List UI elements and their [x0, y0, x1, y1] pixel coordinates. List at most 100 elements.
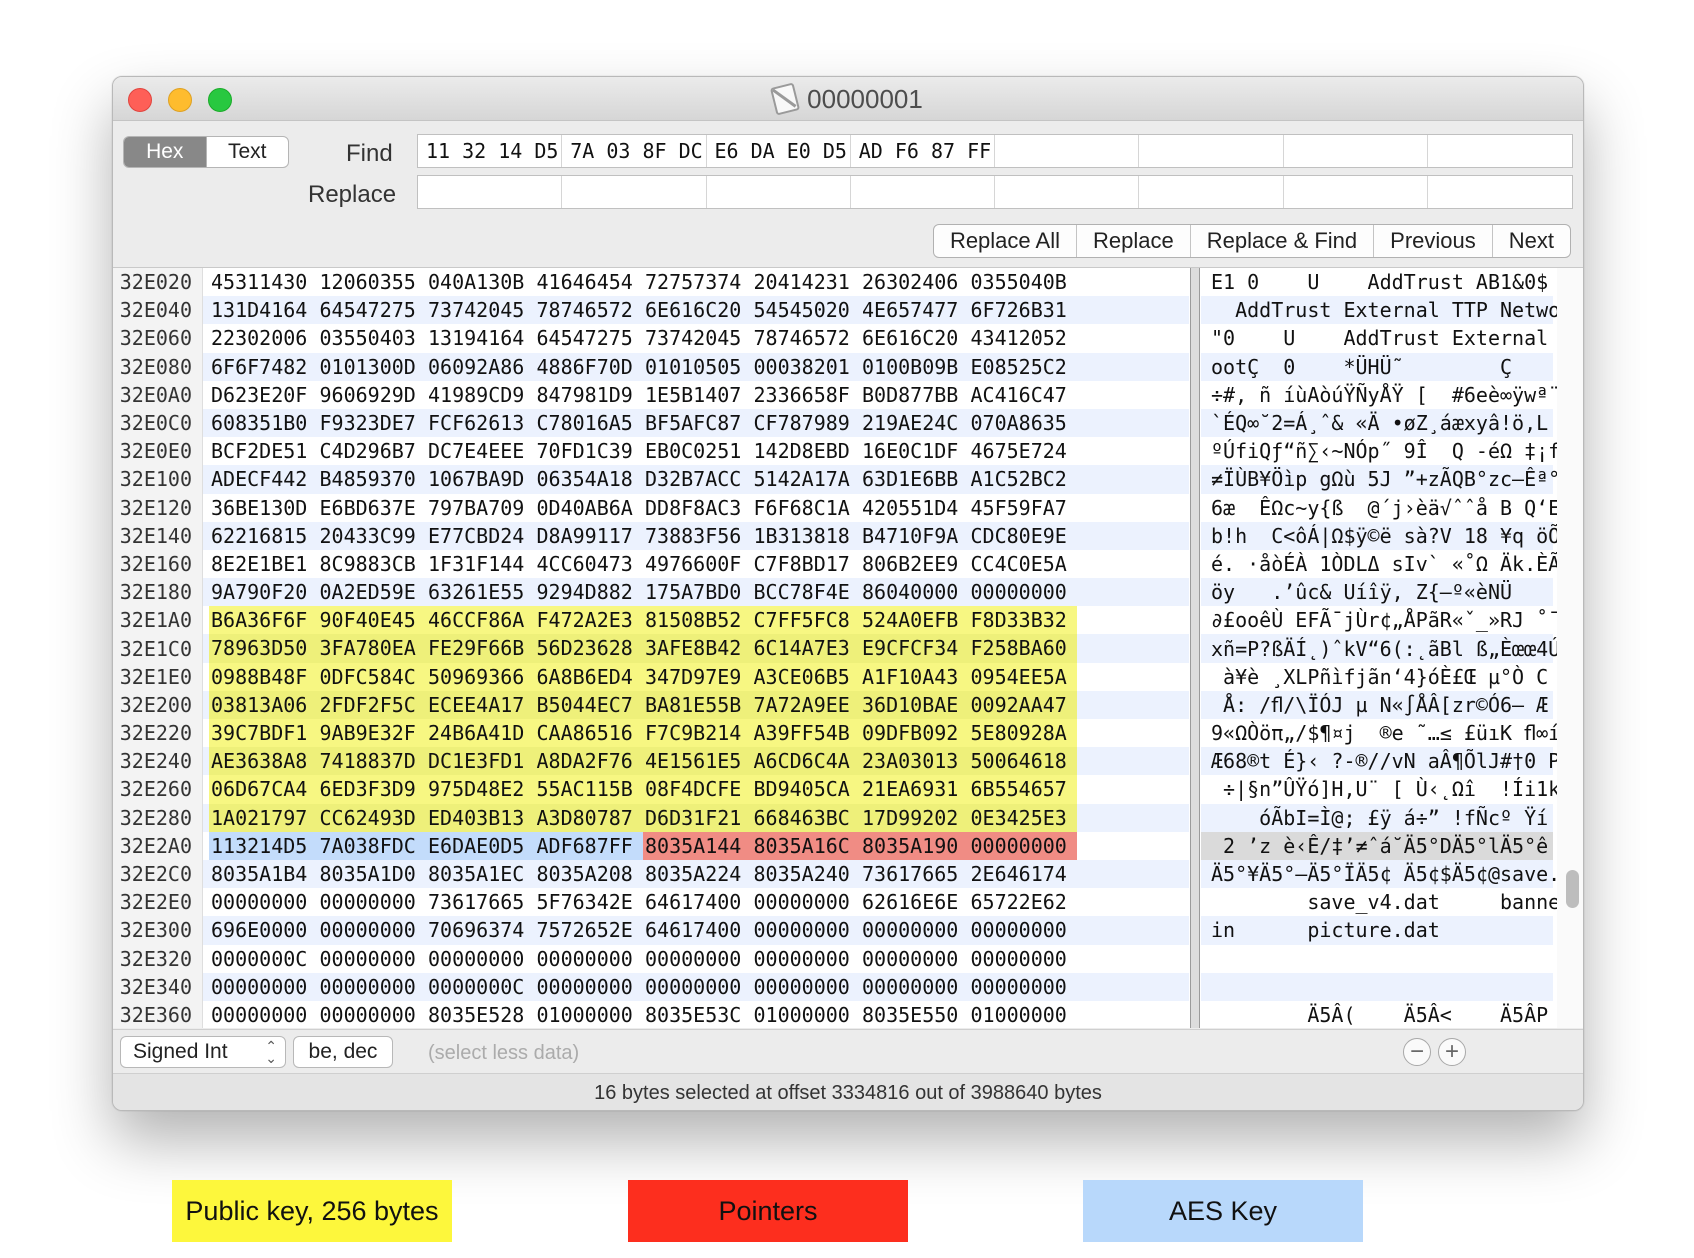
hex-word[interactable]: 41989CD9	[426, 381, 535, 409]
ascii-row[interactable]: ootÇ 0 *ÜHÜ˜ Ç ∞õ‡Ö%¬	[1201, 352, 1583, 381]
hex-word[interactable]: D32B7ACC	[643, 465, 752, 493]
ascii-row[interactable]: 9«ΩÒöπ„/$¶¤j ®e ˜…≤ £üıK ﬂ∞í^Äíä	[1201, 719, 1583, 747]
find-cell[interactable]: 11 32 14 D5	[418, 135, 563, 167]
hex-word[interactable]: 13194164	[426, 324, 535, 352]
hex-word[interactable]: D623E20F	[209, 381, 318, 409]
hex-word[interactable]: 41646454	[535, 268, 644, 296]
hex-word[interactable]: 63261E55	[426, 578, 535, 606]
ascii-row[interactable]: ≠ÏÙB¥Öìp gΩù 5J ”+zÃQB°zc–Êª°≈+¬	[1201, 465, 1583, 494]
plus-icon[interactable]: +	[1438, 1038, 1466, 1066]
hex-word[interactable]: 4675E724	[969, 437, 1078, 465]
hex-word[interactable]: 6F726B31	[969, 296, 1078, 324]
hex-word[interactable]: 39C7BDF1	[209, 719, 318, 748]
hex-word[interactable]: 8035E550	[860, 1001, 969, 1028]
hex-word[interactable]: 668463BC	[751, 803, 860, 832]
hex-word[interactable]: F9323DE7	[318, 409, 427, 437]
hex-word[interactable]: 847981D9	[535, 381, 644, 409]
ascii-row[interactable]: Ä5°¥Ä5°–Ä5°ÏÄ5¢ Ä5¢$Ä5¢@save.dat	[1201, 859, 1583, 889]
hex-word[interactable]: 8035A208	[535, 860, 644, 888]
hex-word[interactable]: 63D1E6BB	[860, 465, 969, 493]
hex-word[interactable]: A8DA2F76	[534, 747, 643, 776]
hex-word[interactable]: F472A2E3	[534, 606, 643, 635]
column-divider[interactable]	[1190, 268, 1200, 1028]
hex-word[interactable]: F6F68C1A	[752, 494, 861, 522]
hex-word[interactable]: 16E0C1DF	[860, 437, 969, 465]
hex-word[interactable]: 4E657477	[860, 296, 969, 324]
hex-row[interactable]: 39C7BDF1 9AB9E32F 24B6A41D CAA86516 F7C9B214…	[203, 719, 1189, 748]
ascii-row[interactable]: 2 ’z è‹Ê/‡’≠ˆá˘Ä5°DÄ5°lÄ5°ê	[1201, 831, 1553, 860]
hex-word[interactable]: 64617400	[643, 888, 752, 916]
hex-row[interactable]: ADECF442 B4859370 1067BA9D 06354A18 D32B7ACC…	[203, 465, 1189, 494]
hex-word[interactable]: 975D48E2	[426, 775, 535, 804]
hex-word[interactable]: DC1E3FD1	[426, 747, 535, 776]
hex-word[interactable]: 4E1561E5	[643, 747, 752, 776]
hex-word[interactable]: 90F40E45	[317, 606, 426, 635]
hex-word[interactable]: E9CFCF34	[860, 634, 969, 663]
hex-word[interactable]: 22302006	[209, 324, 318, 352]
title-bar[interactable]: 00000001	[113, 77, 1583, 121]
hex-word[interactable]: AE3638A8	[209, 747, 318, 776]
hex-word[interactable]: F8D33B32	[968, 606, 1077, 635]
hex-word[interactable]: 6A8B6ED4	[534, 662, 643, 691]
hex-word[interactable]: CF787989	[752, 409, 861, 437]
hex-word[interactable]: 0355040B	[969, 268, 1078, 296]
hex-word[interactable]: 73617665	[426, 888, 535, 916]
hex-row[interactable]: 608351B0 F9323DE7 FCF62613 C78016A5 BF5AFC87…	[203, 408, 1189, 438]
find-cell[interactable]: E6 DA E0 D5	[707, 135, 851, 167]
hex-word[interactable]: 43412052	[969, 324, 1078, 352]
hex-row[interactable]: 0000000C 00000000 00000000 00000000 00000000…	[203, 945, 1189, 973]
hex-row[interactable]: 6F6F7482 0101300D 06092A86 4886F70D 01010505…	[203, 352, 1189, 381]
hex-word[interactable]: 2FDF2F5C	[317, 690, 426, 719]
hex-word[interactable]: 7A72A9EE	[751, 690, 860, 719]
hex-word[interactable]: 175A7BD0	[643, 578, 752, 606]
hex-word[interactable]: AC416C47	[969, 381, 1078, 409]
hex-word[interactable]: 4886F70D	[535, 353, 644, 381]
hex-row[interactable]: 8E2E1BE1 8C9883CB 1F31F144 4CC60473 4976600F…	[203, 550, 1189, 578]
hex-row[interactable]: 1A021797 CC62493D ED403B13 A3D80787 D6D31F21…	[203, 803, 1189, 832]
hex-word[interactable]: 00000000	[318, 973, 427, 1001]
hex-row[interactable]: 9A790F20 0A2ED59E 63261E55 9294D882 175A7BD0…	[203, 578, 1189, 607]
hex-word[interactable]: 131D4164	[209, 296, 318, 324]
ascii-row[interactable]: Å: /ﬂ/\ÏÓJ µ N«∫ÅÂ[zr©Ó6– Æ í™G	[1201, 690, 1583, 719]
hex-word[interactable]: 26302406	[860, 268, 969, 296]
hex-word[interactable]: E6BD637E	[318, 494, 427, 522]
hex-row[interactable]: 06D67CA4 6ED3F3D9 975D48E2 55AC115B 08F4DCFE…	[203, 775, 1189, 804]
hex-row[interactable]: 113214D5 7A038FDC E6DAE0D5 ADF687FF 8035A144…	[203, 831, 1189, 860]
replace-field[interactable]	[417, 175, 1573, 209]
ascii-row[interactable]: ºÚfiQƒ“ñ∑‹~NÓp˝ 9Î Q -éΩ ‡¡flFuÁ$	[1201, 437, 1583, 465]
ascii-row[interactable]: Ä5Â( Ä5Â< Ä5ÂP	[1201, 1001, 1553, 1028]
hex-word[interactable]: CC4C0E5A	[969, 550, 1078, 578]
hex-word[interactable]: 01010505	[643, 353, 752, 381]
hex-word[interactable]: 9AB9E32F	[317, 719, 426, 748]
hex-word[interactable]: 7418837D	[317, 747, 426, 776]
replace-all-button[interactable]: Replace All	[934, 225, 1076, 257]
hex-word[interactable]: 00000000	[752, 945, 861, 973]
hex-word[interactable]: 64547275	[318, 296, 427, 324]
hex-word[interactable]: 0000000C	[209, 945, 318, 973]
hex-word[interactable]: 0101300D	[318, 353, 427, 381]
hex-word[interactable]: 00000000	[318, 888, 427, 916]
ascii-row[interactable]: à¥è ¸XLPñìfjãn‘4}óÈ£Œ µ°Ò C TÓZ	[1201, 663, 1583, 691]
ascii-row[interactable]: "0 U AddTrust External CA R	[1201, 324, 1583, 352]
hex-word[interactable]: 20414231	[752, 268, 861, 296]
hex-word[interactable]: 5142A17A	[752, 465, 861, 493]
hex-word[interactable]: 00000000	[969, 945, 1078, 973]
hex-word[interactable]: 219AE24C	[860, 409, 969, 437]
hex-word[interactable]: 8035A1EC	[426, 860, 535, 888]
hex-word[interactable]: FCF62613	[426, 409, 535, 437]
hex-word[interactable]: 56D23628	[534, 634, 643, 663]
ascii-row[interactable]: 6æ ÊΩc~y{ß @´j›èä√ˆˆå B Q‘EıüßÞ	[1201, 494, 1583, 522]
find-cell[interactable]: AD F6 87 FF	[851, 135, 995, 167]
hex-word[interactable]: 0DFC584C	[317, 662, 426, 691]
hex-word[interactable]: 8C9883CB	[318, 550, 427, 578]
hex-word[interactable]: 64547275	[535, 324, 644, 352]
hex-word[interactable]: 17D99202	[860, 803, 969, 832]
ascii-column[interactable]: E1 0 U AddTrust AB1&0$ U AddTrust Extern…	[1201, 268, 1583, 1028]
hex-word[interactable]: 81508B52	[643, 606, 752, 635]
hex-word[interactable]: 00000000	[968, 831, 1077, 860]
hex-word[interactable]: F258BA60	[968, 634, 1077, 663]
hex-word[interactable]: 9606929D	[318, 381, 427, 409]
hex-word[interactable]: 8035A224	[643, 860, 752, 888]
hex-word[interactable]: 73742045	[643, 324, 752, 352]
replace-cell[interactable]	[1284, 176, 1428, 208]
